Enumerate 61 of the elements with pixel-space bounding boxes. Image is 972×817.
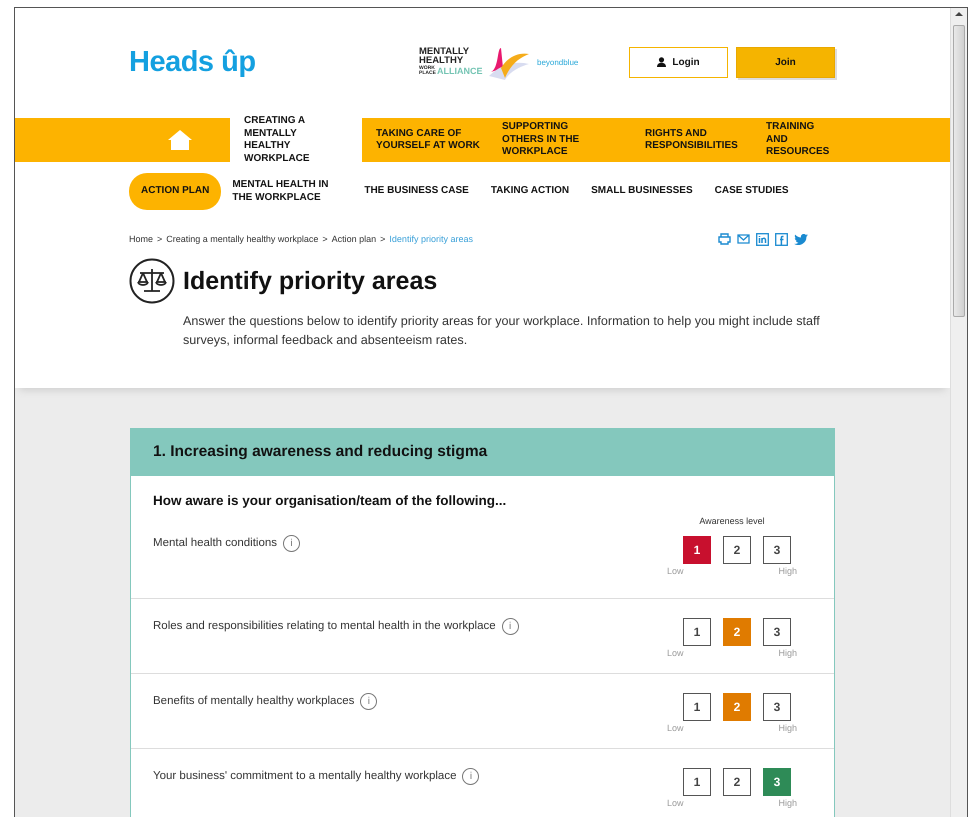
scale-high-label: High bbox=[778, 798, 797, 808]
login-button[interactable]: Login bbox=[629, 46, 728, 78]
breadcrumb-link[interactable]: Home bbox=[129, 234, 154, 244]
page-title: Identify priority areas bbox=[183, 266, 438, 296]
subnav-tab[interactable]: ACTION PLAN bbox=[129, 173, 222, 210]
join-button[interactable]: Join bbox=[736, 46, 835, 78]
subnav-tab[interactable]: THE BUSINESS CASE bbox=[353, 185, 480, 198]
rating-option[interactable]: 3 bbox=[763, 768, 791, 796]
scale-low-label: Low bbox=[667, 723, 684, 733]
linkedin-icon[interactable] bbox=[756, 232, 769, 246]
nav-tab[interactable]: TRAINING AND RESOURCES bbox=[752, 118, 832, 162]
rating-option[interactable]: 1 bbox=[683, 693, 711, 721]
rating-option[interactable]: 1 bbox=[683, 768, 711, 796]
info-icon[interactable]: i bbox=[502, 618, 519, 635]
facebook-icon[interactable] bbox=[775, 232, 788, 246]
question-label: Your business' commitment to a mentally healthy workplace bbox=[153, 770, 456, 782]
info-icon[interactable]: i bbox=[283, 535, 300, 552]
home-icon bbox=[168, 130, 192, 150]
email-icon[interactable] bbox=[737, 234, 750, 244]
subnav-tab[interactable]: CASE STUDIES bbox=[704, 185, 800, 198]
question-label: Roles and responsibilities relating to mental health in the workplace bbox=[153, 620, 496, 632]
breadcrumb-link[interactable]: Action plan bbox=[332, 234, 376, 244]
rating-option[interactable]: 2 bbox=[723, 768, 751, 796]
info-icon[interactable]: i bbox=[462, 768, 480, 785]
section-question: How aware is your organisation/team of the following... bbox=[152, 492, 508, 508]
section-header: 1. Increasing awareness and reducing stigma bbox=[131, 428, 834, 476]
rating-option[interactable]: 1 bbox=[683, 618, 711, 646]
breadcrumb-separator: > bbox=[322, 234, 328, 244]
scales-icon bbox=[129, 258, 175, 304]
breadcrumb-separator: > bbox=[157, 234, 162, 244]
rating-option[interactable]: 1 bbox=[683, 536, 711, 564]
info-icon[interactable]: i bbox=[360, 693, 378, 710]
scale-high-label: High bbox=[778, 648, 797, 658]
breadcrumb-link[interactable]: Creating a mentally healthy workplace bbox=[166, 234, 318, 244]
nav-tab[interactable]: RIGHTS AND RESPONSIBILITIES bbox=[631, 118, 752, 162]
rating-option[interactable]: 3 bbox=[763, 536, 791, 564]
scale-low-label: Low bbox=[667, 648, 684, 658]
breadcrumb-separator: > bbox=[380, 234, 386, 244]
subnav-tab[interactable]: TAKING ACTION bbox=[480, 185, 580, 198]
rating-option[interactable]: 3 bbox=[763, 693, 791, 721]
partner-logo: beyondblue bbox=[537, 58, 578, 66]
scale-low-label: Low bbox=[667, 798, 684, 808]
subnav-tab[interactable]: SMALL BUSINESSES bbox=[580, 185, 704, 198]
question-label: Mental health conditions bbox=[153, 537, 278, 549]
scale-title: Awareness level bbox=[699, 516, 765, 526]
intro-text: Answer the questions below to identify priority areas for your workplace. Information to help you might include staff surveys, informal feedback and absenteeism rates. bbox=[183, 313, 821, 349]
rating-option[interactable]: 3 bbox=[763, 618, 791, 646]
twitter-icon[interactable] bbox=[794, 234, 808, 244]
breadcrumb-current: Identify priority areas bbox=[389, 234, 473, 244]
person-icon bbox=[657, 57, 666, 67]
print-icon[interactable] bbox=[718, 233, 731, 245]
nav-tab[interactable]: SUPPORTING OTHERS IN THE WORKPLACE bbox=[488, 118, 631, 162]
scale-low-label: Low bbox=[667, 566, 684, 576]
rating-option[interactable]: 2 bbox=[723, 536, 751, 564]
scrollbar[interactable] bbox=[950, 8, 967, 817]
nav-tab[interactable]: TAKING CARE OF YOURSELF AT WORK bbox=[362, 118, 488, 162]
subnav-tab[interactable]: MENTAL HEALTH IN THE WORKPLACE bbox=[221, 179, 354, 204]
scale-high-label: High bbox=[778, 566, 797, 576]
nav-tab[interactable]: CREATING A MENTALLY HEALTHY WORKPLACE bbox=[230, 118, 362, 162]
scale-high-label: High bbox=[778, 723, 797, 733]
question-label: Benefits of mentally healthy workplaces bbox=[153, 695, 354, 707]
